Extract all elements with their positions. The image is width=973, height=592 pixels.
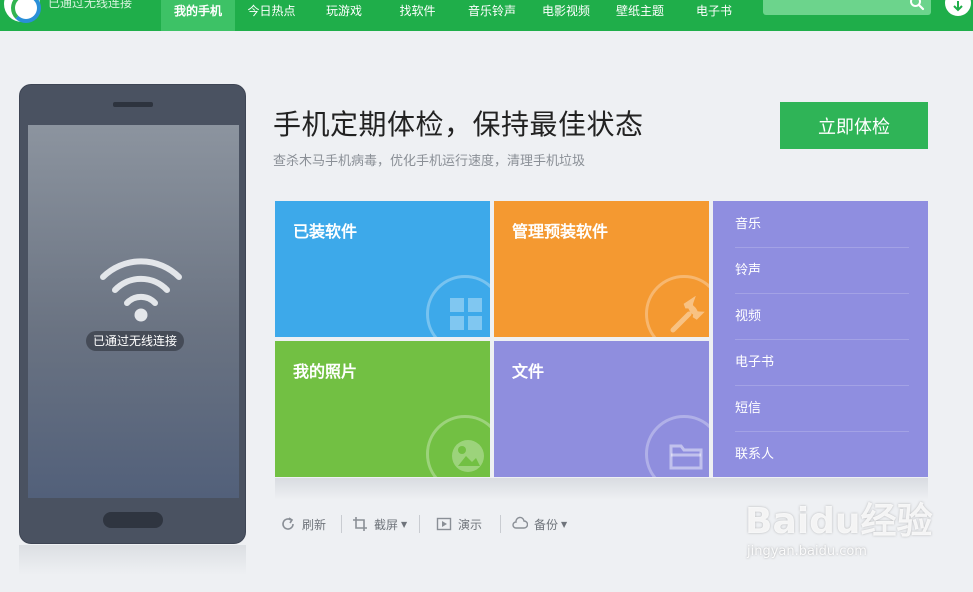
tile-title: 我的照片	[293, 362, 358, 381]
check-now-button[interactable]: 立即体检	[780, 102, 928, 149]
toolbar-divider	[419, 515, 420, 533]
folder-icon	[645, 415, 709, 477]
tile-installed-apps[interactable]: 已装软件	[275, 201, 490, 337]
crop-icon	[353, 517, 367, 531]
baidu-watermark: Baidu经验 jingyan.baidu.com	[745, 484, 945, 574]
media-item-ebooks[interactable]: 电子书	[735, 340, 909, 386]
watermark-logo: Baidu经验	[745, 501, 933, 542]
media-item-videos[interactable]: 视频	[735, 294, 909, 340]
play-icon	[436, 517, 452, 531]
screenshot-button[interactable]: 截屏 ▼	[352, 515, 407, 533]
nav-movies-videos[interactable]: 电影视频	[529, 0, 603, 31]
phone-home-button	[103, 512, 163, 528]
media-item-sms[interactable]: 短信	[735, 386, 909, 432]
wifi-status-label: 已通过无线连接	[86, 331, 185, 351]
connection-status: 已通过无线连接	[48, 0, 133, 10]
search-input[interactable]	[763, 0, 903, 15]
page-title: 手机定期体检，保持最佳状态	[273, 108, 644, 141]
photo-icon	[426, 415, 490, 477]
wrench-icon	[645, 275, 709, 337]
tile-title: 文件	[512, 362, 545, 381]
refresh-label: 刷新	[302, 517, 327, 532]
backup-label: 备份	[534, 517, 559, 532]
chevron-down-icon: ▼	[401, 519, 408, 529]
cloud-icon	[512, 516, 528, 529]
watermark-url: jingyan.baidu.com	[747, 544, 867, 559]
demo-button[interactable]: 演示	[436, 515, 482, 533]
phone-screen: 已通过无线连接	[28, 125, 239, 498]
toolbar-divider	[341, 515, 342, 533]
download-icon[interactable]	[945, 0, 971, 16]
apps-grid-icon	[426, 275, 490, 337]
tile-my-photos[interactable]: 我的照片	[275, 341, 490, 477]
search-box	[763, 0, 931, 15]
nav-today-hot[interactable]: 今日热点	[235, 0, 308, 31]
demo-label: 演示	[458, 517, 483, 532]
media-list-panel: 音乐 铃声 视频 电子书 短信 联系人	[713, 201, 928, 477]
main-nav: 我的手机 今日热点 玩游戏 找软件 音乐铃声 电影视频 壁纸主题 电子书	[161, 0, 751, 31]
nav-games[interactable]: 玩游戏	[308, 0, 380, 31]
nav-music-ringtones[interactable]: 音乐铃声	[455, 0, 529, 31]
chevron-down-icon: ▼	[561, 519, 568, 529]
backup-button[interactable]: 备份 ▼	[512, 515, 567, 533]
phone-speaker	[113, 102, 153, 107]
toolbar-divider	[500, 515, 501, 533]
tile-files[interactable]: 文件	[494, 341, 709, 477]
tile-title: 管理预装软件	[512, 222, 609, 241]
tile-manage-preinstalled[interactable]: 管理预装软件	[494, 201, 709, 337]
phone-reflection	[19, 545, 246, 575]
screenshot-label: 截屏	[374, 517, 399, 532]
page-subtitle: 查杀木马手机病毒，优化手机运行速度，清理手机垃圾	[273, 154, 586, 169]
nav-wallpapers-themes[interactable]: 壁纸主题	[603, 0, 677, 31]
refresh-button[interactable]: 刷新	[280, 515, 326, 533]
nav-ebooks[interactable]: 电子书	[677, 0, 751, 31]
media-item-music[interactable]: 音乐	[735, 202, 909, 248]
refresh-icon	[282, 517, 294, 530]
wifi-icon	[100, 258, 182, 322]
media-item-ringtones[interactable]: 铃声	[735, 248, 909, 294]
media-item-contacts[interactable]: 联系人	[735, 432, 909, 478]
search-icon[interactable]	[909, 0, 925, 11]
phone-mockup: 已通过无线连接	[19, 84, 246, 544]
app-logo[interactable]	[4, 0, 41, 23]
nav-my-phone[interactable]: 我的手机	[161, 0, 235, 31]
nav-software[interactable]: 找软件	[380, 0, 455, 31]
tile-title: 已装软件	[293, 222, 358, 241]
top-nav-bar: 已通过无线连接 我的手机 今日热点 玩游戏 找软件 音乐铃声 电影视频 壁纸主题…	[0, 0, 973, 31]
